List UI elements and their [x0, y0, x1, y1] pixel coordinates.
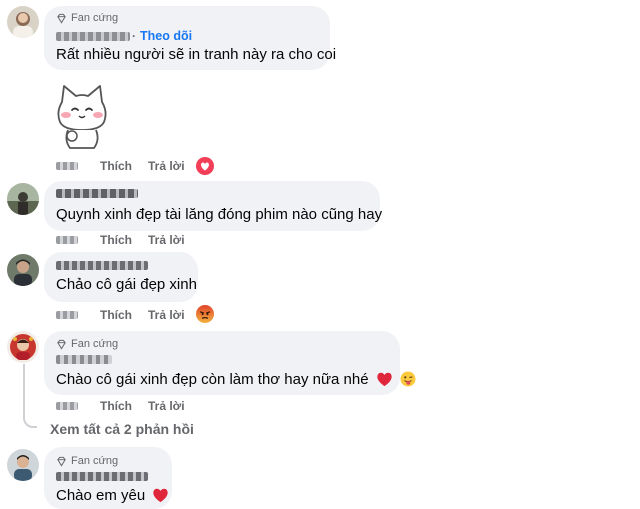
- diamond-icon: [57, 339, 66, 350]
- avatar[interactable]: [7, 331, 39, 363]
- red-heart-icon: [153, 488, 169, 503]
- blurred-name: [56, 261, 148, 270]
- diamond-icon: [57, 13, 66, 24]
- like-button[interactable]: Thích: [100, 233, 132, 247]
- comment-text: Chảo cô gái đẹp xinh: [56, 276, 197, 293]
- commenter-name[interactable]: · Theo dõi: [56, 29, 192, 43]
- commenter-name[interactable]: [56, 355, 112, 364]
- like-button[interactable]: Thích: [100, 308, 132, 322]
- comment-text: Quynh xinh đẹp tài lăng đóng phim nào cũ…: [56, 206, 383, 223]
- timestamp[interactable]: [56, 311, 78, 319]
- like-button[interactable]: Thích: [100, 159, 132, 173]
- avatar[interactable]: [7, 183, 39, 215]
- comment-text: Rất nhiều người sẽ in tranh này ra cho c…: [56, 46, 337, 63]
- commenter-name[interactable]: [56, 472, 148, 481]
- reply-button[interactable]: Trả lời: [148, 308, 185, 322]
- cat-sticker[interactable]: [50, 82, 114, 152]
- fan-badge: Fan cứng: [56, 455, 118, 467]
- badge-label: Fan cứng: [71, 12, 119, 24]
- comment-actions: Thích Trả lời: [56, 399, 185, 413]
- like-button[interactable]: Thích: [100, 399, 132, 413]
- comment-text: Chào cô gái xinh đẹp còn làm thơ hay nữa…: [56, 371, 416, 388]
- avatar[interactable]: [7, 449, 39, 481]
- angry-reaction-icon[interactable]: [196, 305, 214, 323]
- commenter-name[interactable]: [56, 189, 138, 198]
- blurred-name: [56, 189, 138, 198]
- blurred-name: [56, 355, 112, 364]
- fan-badge: Fan cứng: [56, 338, 118, 350]
- fan-badge: Fan cứng: [56, 12, 118, 24]
- reply-thread-line: [23, 364, 37, 428]
- red-heart-icon: [377, 372, 392, 387]
- badge-label: Fan cứng: [71, 455, 119, 467]
- comment-text-body: Chào cô gái xinh đẹp còn làm thơ hay nữa…: [56, 371, 369, 388]
- avatar[interactable]: [7, 254, 39, 286]
- timestamp[interactable]: [56, 162, 78, 170]
- see-all-replies-link[interactable]: Xem tất cả 2 phản hồi: [50, 421, 194, 437]
- follow-link[interactable]: Theo dõi: [140, 29, 192, 43]
- comment-actions: Thích Trả lời: [56, 233, 185, 247]
- reply-button[interactable]: Trả lời: [148, 159, 185, 173]
- blurred-name: [56, 31, 130, 41]
- diamond-icon: [57, 456, 66, 467]
- comment-actions: Thích Trả lời: [56, 308, 185, 322]
- love-reaction-icon[interactable]: [196, 157, 214, 175]
- commenter-name[interactable]: [56, 261, 148, 270]
- avatar[interactable]: [7, 6, 39, 38]
- reply-button[interactable]: Trả lời: [148, 399, 185, 413]
- comment-text-body: Chào em yêu: [56, 487, 146, 504]
- tongue-wink-emoji-icon: [400, 371, 416, 387]
- timestamp[interactable]: [56, 402, 78, 410]
- badge-label: Fan cứng: [71, 338, 119, 350]
- blurred-name: [56, 472, 148, 481]
- reply-button[interactable]: Trả lời: [148, 233, 185, 247]
- timestamp[interactable]: [56, 236, 78, 244]
- comment-actions: Thích Trả lời: [56, 159, 185, 173]
- comment-text: Chào em yêu: [56, 487, 169, 504]
